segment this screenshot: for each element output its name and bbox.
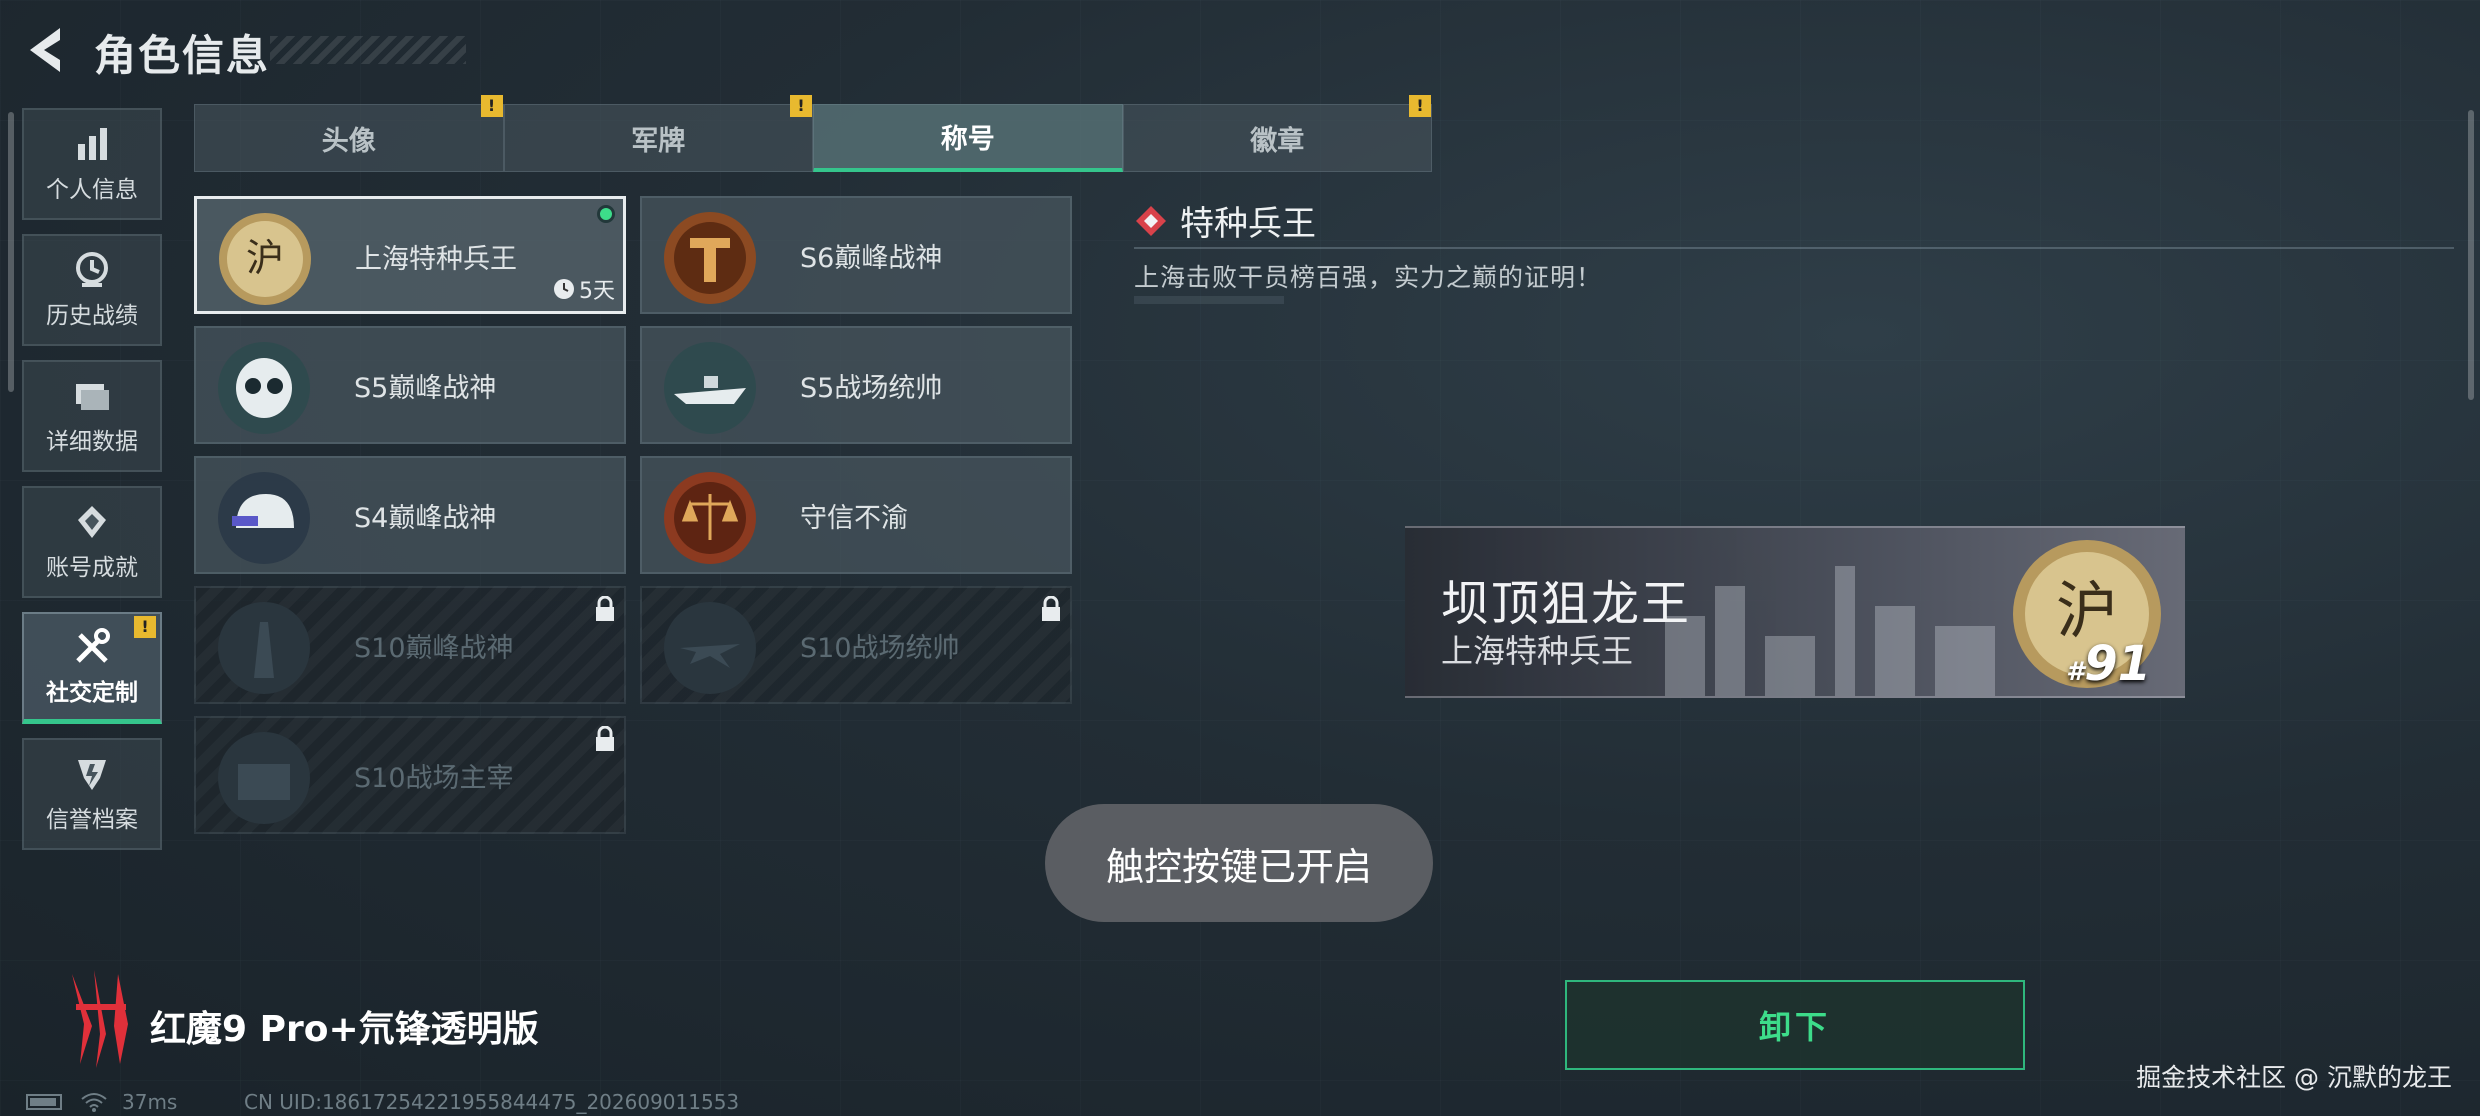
title-name: S6巅峰战神 [800, 243, 943, 274]
sidebar-item-label: 信誉档案 [46, 807, 138, 833]
tab-dogtag[interactable]: 军牌 ! [503, 95, 813, 172]
uid-text: CN UID:18617254221955844475_202609011553 [244, 1090, 740, 1114]
tower-emblem [218, 602, 310, 694]
sidebar-item-social[interactable]: ! 社交定制 [22, 612, 162, 724]
alert-badge: ! [480, 95, 503, 117]
rank-badge: #91 [2066, 636, 2151, 692]
shield-icon [78, 760, 106, 790]
equipped-indicator [597, 205, 615, 223]
battery-icon [26, 1094, 62, 1110]
title-card-s5-peak[interactable]: S5巅峰战神 [194, 326, 626, 444]
nameplate-preview: 坝顶狙龙王 上海特种兵王 沪 #91 [1405, 526, 2185, 698]
page-title: 角色信息 [94, 31, 271, 80]
unequip-button[interactable]: 卸下 [1565, 980, 2025, 1070]
wifi-icon [81, 1093, 107, 1112]
medal-icon [78, 506, 106, 538]
sidebar-item-label: 详细数据 [46, 429, 138, 455]
detail-description: 上海击败干员榜百强，实力之巅的证明！ [1134, 263, 1603, 292]
divider [1134, 247, 2454, 249]
sidebar-item-label: 历史战绩 [46, 303, 138, 329]
title-name: S10巅峰战神 [354, 633, 514, 664]
tab-label: 称号 [940, 124, 995, 155]
clock-badge-icon [76, 252, 108, 287]
bronze-t-emblem [664, 212, 756, 304]
ping-text: 37ms [122, 1090, 178, 1114]
alert-badge: ! [134, 616, 156, 638]
sidebar-item-achievements[interactable]: 账号成就 [22, 486, 162, 598]
title-name: 守信不渝 [800, 503, 908, 534]
title-card-s5-commander[interactable]: S5战场统帅 [640, 326, 1072, 444]
title-name: S10战场主宰 [354, 763, 514, 794]
tab-avatar[interactable]: 头像 ! [194, 95, 504, 172]
tab-badge[interactable]: 徽章 ! [1122, 95, 1432, 172]
player-name: 坝顶狙龙王 [1441, 576, 1692, 632]
back-button[interactable] [22, 24, 66, 76]
scales-emblem [664, 472, 756, 564]
detail-title: 特种兵王 [1180, 204, 1316, 244]
tab-label: 头像 [321, 125, 376, 157]
device-model: 红魔9 Pro+氘锋透明版 [150, 1009, 539, 1050]
warship-emblem [664, 342, 756, 434]
title-card-s10-peak[interactable]: S10巅峰战神 [194, 586, 626, 704]
lock-icon [1042, 596, 1060, 621]
title-card-s10-dominator[interactable]: S10战场主宰 [194, 716, 626, 834]
helmet-emblem [218, 472, 310, 564]
sidebar-scrollbar[interactable] [8, 112, 14, 392]
alert-badge: ! [790, 95, 812, 117]
diamond-icon [1136, 205, 1166, 236]
status-bar: 37ms [26, 1090, 177, 1114]
tab-label: 徽章 [1250, 125, 1305, 157]
title-name: 上海特种兵王 [355, 244, 517, 275]
sidebar-item-details[interactable]: 详细数据 [22, 360, 162, 472]
title-card-s6-peak[interactable]: S6巅峰战神 [640, 196, 1072, 314]
colosseum-emblem [218, 732, 310, 824]
toast-message: 触控按键已开启 [1045, 804, 1433, 922]
rank-number: 91 [2084, 636, 2151, 692]
sidebar-item-label: 个人信息 [46, 177, 138, 203]
category-tabs: 头像 ! 军牌 ! 称号 徽章 ! [194, 95, 1432, 174]
title-card-shanghai[interactable]: 沪 上海特种兵王 5天 [194, 196, 626, 314]
folder-icon [76, 384, 109, 410]
timer-text: 5天 [579, 279, 615, 304]
title-name: S5巅峰战神 [354, 373, 497, 404]
title-name: S10战场统帅 [800, 633, 960, 664]
sidebar-item-profile[interactable]: 个人信息 [22, 108, 162, 220]
tools-icon [76, 627, 110, 663]
jet-emblem [664, 602, 756, 694]
title-card-integrity[interactable]: 守信不渝 [640, 456, 1072, 574]
alert-badge: ! [1409, 95, 1431, 117]
title-card-s4-peak[interactable]: S4巅峰战神 [194, 456, 626, 574]
sidebar-item-reputation[interactable]: 信誉档案 [22, 738, 162, 850]
sidebar-item-label: 账号成就 [46, 555, 138, 581]
expiry-timer: 5天 [553, 273, 615, 305]
title-stripe-decor [270, 36, 466, 64]
lock-icon [596, 596, 614, 621]
tab-label: 军牌 [631, 125, 686, 157]
lock-icon [596, 726, 614, 751]
tab-title[interactable]: 称号 [813, 104, 1123, 172]
sidebar-item-history[interactable]: 历史战绩 [22, 234, 162, 346]
sidebar: 个人信息 历史战绩 详细数据 账号成就 ! 社交定制 信誉档案 [22, 108, 164, 864]
title-name: S5战场统帅 [800, 373, 943, 404]
watermark-text: 掘金技术社区 @ 沉默的龙王 [2136, 1063, 2452, 1092]
clock-icon [554, 279, 574, 299]
shanghai-gold-emblem: 沪 [219, 213, 311, 305]
detail-header: 特种兵王 [1134, 196, 1316, 245]
sidebar-item-label: 社交定制 [46, 679, 138, 706]
title-card-s10-commander[interactable]: S10战场统帅 [640, 586, 1072, 704]
back-arrow-icon [30, 28, 60, 72]
bar-chart-icon [78, 128, 107, 160]
right-scrollbar[interactable] [2468, 110, 2474, 400]
nameplate-title: 上海特种兵王 [1441, 632, 1634, 670]
rank-prefix: # [2066, 657, 2085, 687]
title-name: S4巅峰战神 [354, 503, 497, 534]
faint-decor [1134, 296, 1284, 304]
device-logo-icon [72, 970, 128, 1068]
skull-diver-emblem [218, 342, 310, 434]
svg-text:沪: 沪 [246, 236, 284, 280]
